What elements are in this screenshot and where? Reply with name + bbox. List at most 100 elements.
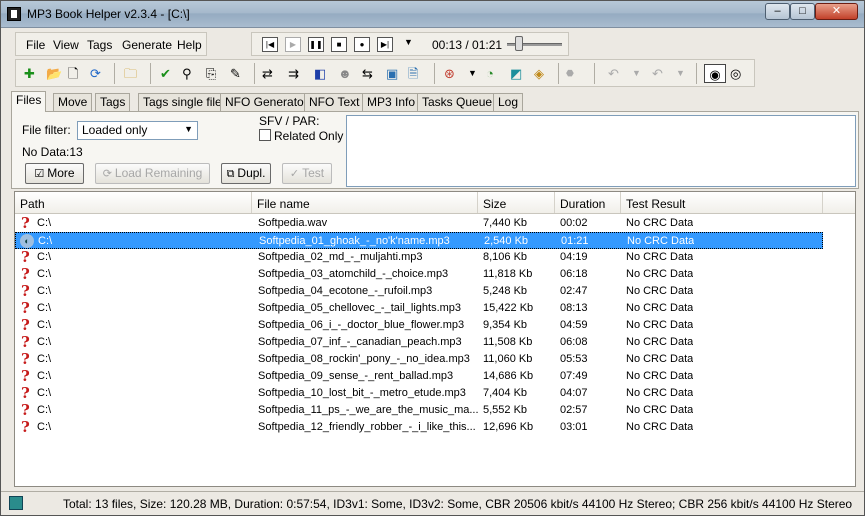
undo-dropdown-icon[interactable]: ▼ (632, 64, 641, 83)
tag-icon[interactable]: ◈ (534, 64, 544, 83)
lifebuoy-dropdown-icon[interactable]: ▼ (468, 64, 477, 83)
table-row[interactable]: ? C:\ Softpedia.wav 7,440 Kb 00:02 No CRC Dat… (15, 215, 823, 232)
copy-tags-icon[interactable]: ⎘ (206, 64, 216, 83)
play-icon[interactable]: ▶ (285, 37, 301, 52)
table-row[interactable]: ? C:\ Softpedia_02_md_-_muljahti.mp3 8,106 … (15, 249, 823, 266)
load-remaining-button[interactable]: ⟳ Load Remaining (95, 163, 210, 184)
table-row[interactable]: ? C:\ Softpedia_07_inf_-_canadian_peach.mp… (15, 334, 823, 351)
id3-icon[interactable]: ◉ (704, 64, 726, 83)
table-row[interactable]: ? C:\ Softpedia_04_ecotone_-_rufoil.mp3 5,2… (15, 283, 823, 300)
add-icon[interactable]: ✚ (24, 64, 35, 83)
rename-folder-icon[interactable]: ⇉ (288, 64, 299, 83)
cell-size: 2,540 Kb (484, 235, 529, 247)
cell-duration: 02:47 (560, 285, 588, 297)
cell-size: 11,508 Kb (483, 336, 533, 348)
column-duration[interactable]: Duration (555, 192, 621, 213)
tab-log[interactable]: Log (493, 93, 524, 111)
table-row[interactable]: ? C:\ Softpedia_11_ps_-_we_are_the_music_m… (15, 402, 823, 419)
cell-size: 7,404 Kb (483, 387, 528, 399)
tab-tags-single-file[interactable]: Tags single file (138, 93, 227, 111)
cell-size: 5,552 Kb (483, 404, 528, 416)
chart-icon[interactable]: ◔ (486, 64, 494, 83)
table-row[interactable]: ? C:\ Softpedia_03_atomchild_-_choice.mp3 1… (15, 266, 823, 283)
cell-size: 9,354 Kb (483, 319, 528, 331)
binoculars-icon[interactable]: ⚲ (182, 64, 192, 83)
table-row[interactable]: ? C:\ Softpedia_12_friendly_robber_-_i_lik… (15, 419, 823, 436)
picture-icon[interactable]: ▣ (386, 64, 398, 83)
column-test-result[interactable]: Test Result (621, 192, 823, 213)
check-icon[interactable]: ✔ (160, 64, 171, 83)
menu-tags[interactable]: Tags (87, 38, 112, 52)
id3v2-icon[interactable]: ◎ (730, 64, 741, 83)
users-icon[interactable]: ☻ (338, 64, 352, 83)
cell-file-name: Softpedia.wav (258, 217, 328, 229)
ft-icon[interactable]: ⇆ (362, 64, 373, 83)
cell-path: C:\ (37, 251, 52, 263)
menu-generate[interactable]: Generate (122, 38, 172, 52)
table-row[interactable]: ? C:\ Softpedia_10_lost_bit_-_metro_etude.… (15, 385, 823, 402)
table-row[interactable]: ◐ C:\ Softpedia_01_ghoak_-_no'k'name.mp3 2,… (15, 232, 823, 249)
menu-help[interactable]: Help (177, 38, 202, 52)
previous-icon[interactable]: |◀ (262, 37, 278, 52)
maximize-button[interactable]: □ (790, 3, 815, 20)
undo-icon[interactable]: ↶ (608, 64, 619, 83)
reload-icon: ⟳ (102, 168, 112, 180)
file-filter-select[interactable]: Loaded only ▼ (77, 121, 198, 140)
pause-icon[interactable]: ❚❚ (308, 37, 324, 52)
column-file-name[interactable]: File name (252, 192, 478, 213)
undo-all-dropdown-icon[interactable]: ▼ (676, 64, 685, 83)
cell-path: C:\ (37, 353, 52, 365)
dupl-button[interactable]: ⧉ Dupl. (221, 163, 271, 184)
column-size[interactable]: Size (478, 192, 555, 213)
next-icon[interactable]: ▶| (377, 37, 393, 52)
window-title: MP3 Book Helper v2.3.4 - [C:\] (27, 7, 190, 21)
tab-nfo-text[interactable]: NFO Text (304, 93, 365, 111)
cell-file-name: Softpedia_06_i_-_doctor_blue_flower.mp3 (258, 319, 465, 331)
sfv-text-area[interactable] (346, 115, 856, 187)
player-dropdown-icon[interactable]: ▼ (404, 37, 413, 47)
document-icon[interactable]: 🗎 (408, 64, 418, 83)
freedb-icon[interactable]: ◧ (314, 64, 326, 83)
open-folder-icon[interactable]: 📂 (46, 64, 62, 83)
stop-icon[interactable]: ■ (331, 37, 347, 52)
question-mark-icon: ? (21, 282, 30, 300)
cell-test-result: No CRC Data (626, 285, 694, 297)
table-row[interactable]: ? C:\ Softpedia_09_sense_-_rent_ballad.mp3… (15, 368, 823, 385)
cell-test-result: No CRC Data (626, 387, 694, 399)
minimize-button[interactable]: – (765, 3, 790, 20)
column-path[interactable]: Path (15, 192, 252, 213)
menu-file[interactable]: File (26, 38, 45, 52)
tab-files[interactable]: Files (11, 91, 47, 112)
close-button[interactable]: ✕ (815, 3, 858, 20)
title-bar[interactable]: MP3 Book Helper v2.3.4 - [C:\] – □ ✕ (1, 1, 864, 28)
new-file-icon[interactable]: 🗋 (68, 64, 78, 83)
position-slider-thumb[interactable] (515, 36, 523, 51)
app-window: MP3 Book Helper v2.3.4 - [C:\] – □ ✕ Fil… (0, 0, 865, 516)
table-row[interactable]: ? C:\ Softpedia_05_chellovec_-_tail_lights… (15, 300, 823, 317)
record-icon[interactable]: ● (354, 37, 370, 52)
cell-size: 11,818 Kb (483, 268, 533, 280)
tab-move[interactable]: Move (53, 93, 93, 111)
more-button-label: More (47, 166, 75, 180)
tab-mp3-info[interactable]: MP3 Info (362, 93, 421, 111)
lifebuoy-icon[interactable]: ⊛ (444, 64, 455, 83)
tab-nfo-generator[interactable]: NFO Generator (220, 93, 313, 111)
more-button[interactable]: ☑ More (25, 163, 84, 184)
refresh-icon[interactable]: ⟳ (90, 64, 101, 83)
tab-tasks-queue[interactable]: Tasks Queue (417, 93, 498, 111)
stop-sign-icon[interactable]: ⬣ (566, 64, 574, 83)
browse-folder-icon[interactable]: 🗀 (124, 64, 137, 83)
edit-tags-icon[interactable]: ✎ (230, 64, 241, 83)
table-row[interactable]: ? C:\ Softpedia_06_i_-_doctor_blue_flower.… (15, 317, 823, 334)
cell-path: C:\ (37, 336, 52, 348)
rename-icon[interactable]: ⇄ (262, 64, 273, 83)
file-list-header: Path File name Size Duration Test Result (15, 192, 855, 214)
erase-icon[interactable]: ◩ (510, 64, 522, 83)
cell-size: 5,248 Kb (483, 285, 528, 297)
tab-tags[interactable]: Tags (95, 93, 131, 111)
test-button[interactable]: ✓ Test (282, 163, 332, 184)
table-row[interactable]: ? C:\ Softpedia_08_rockin'_pony_-_no_idea.… (15, 351, 823, 368)
menu-view[interactable]: View (53, 38, 79, 52)
undo-all-icon[interactable]: ↶ (652, 64, 663, 83)
related-only-checkbox[interactable] (259, 129, 271, 141)
